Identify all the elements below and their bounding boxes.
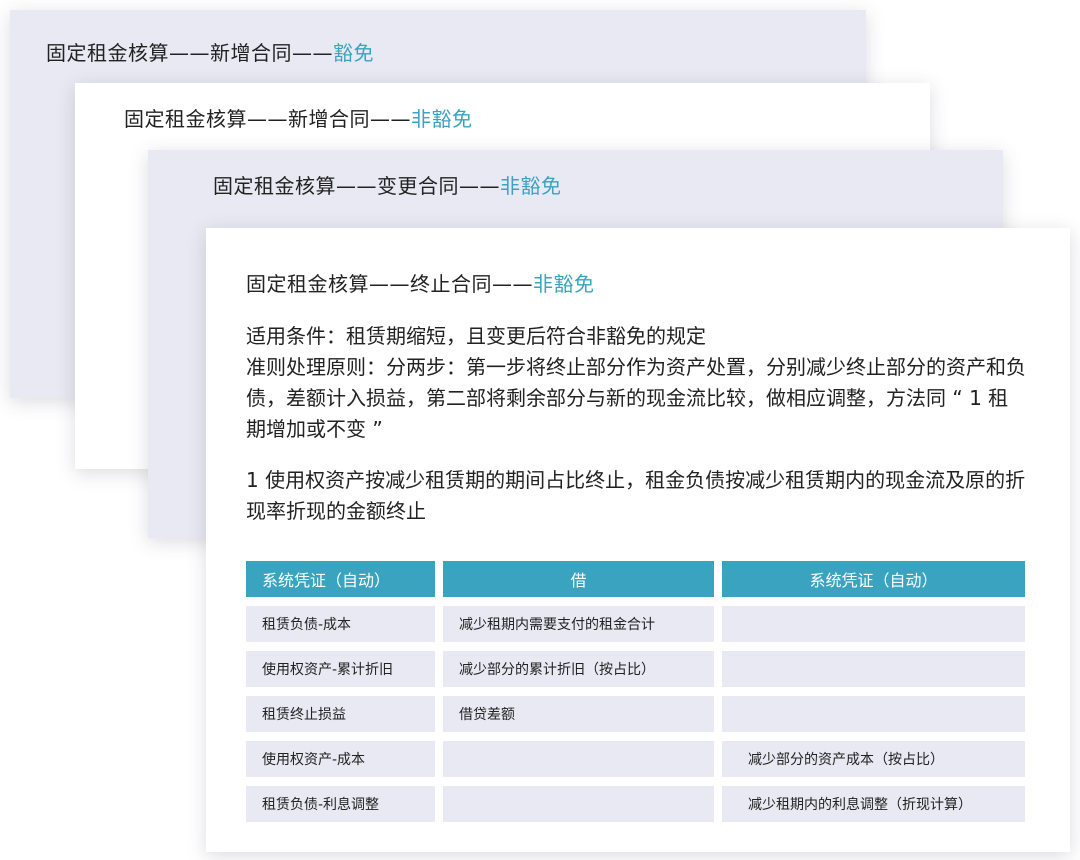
table-row: 租赁负债-利息调整 减少租期内的利息调整（折现计算） xyxy=(246,786,1025,822)
credit-cell: 减少部分的资产成本（按占比） xyxy=(722,741,1025,777)
table-row: 使用权资产-累计折旧 减少部分的累计折旧（按占比） xyxy=(246,651,1025,687)
card-title: 固定租金核算——新增合同——豁免 xyxy=(46,37,374,66)
column-header-voucher-right: 系统凭证（自动） xyxy=(722,561,1025,597)
card-title-accent: 非豁免 xyxy=(411,107,473,131)
debit-cell: 减少租期内需要支付的租金合计 xyxy=(443,606,714,642)
debit-cell: 减少部分的累计折旧（按占比） xyxy=(443,651,714,687)
table-row: 租赁终止损益 借贷差额 xyxy=(246,696,1025,732)
accounting-principle-text: 准则处理原则：分两步：第一步将终止部分作为资产处置，分别减少终止部分的资产和负债… xyxy=(246,355,1026,441)
termination-note-text: 1 使用权资产按减少租赁期的期间占比终止，租金负债按减少租赁期内的现金流及原的折… xyxy=(246,468,1026,523)
card-title-accent: 豁免 xyxy=(333,41,374,65)
credit-cell xyxy=(722,696,1025,732)
card-title-prefix: 固定租金核算——变更合同—— xyxy=(213,174,500,198)
applicable-condition-text: 适用条件：租赁期缩短，且变更后符合非豁免的规定 xyxy=(246,324,706,348)
debit-cell xyxy=(443,786,714,822)
table-header-row: 系统凭证（自动） 借 系统凭证（自动） xyxy=(246,561,1025,597)
debit-cell xyxy=(443,741,714,777)
card-title-prefix: 固定租金核算——终止合同—— xyxy=(246,272,533,296)
card-title: 固定租金核算——变更合同——非豁免 xyxy=(213,170,562,199)
credit-cell: 减少租期内的利息调整（折现计算） xyxy=(722,786,1025,822)
card-title-accent: 非豁免 xyxy=(533,272,595,296)
account-cell: 租赁负债-成本 xyxy=(246,606,435,642)
account-cell: 租赁负债-利息调整 xyxy=(246,786,435,822)
account-cell: 使用权资产-累计折旧 xyxy=(246,651,435,687)
credit-cell xyxy=(722,606,1025,642)
card-title-prefix: 固定租金核算——新增合同—— xyxy=(46,41,333,65)
table-row: 使用权资产-成本 减少部分的资产成本（按占比） xyxy=(246,741,1025,777)
credit-cell xyxy=(722,651,1025,687)
card-title-prefix: 固定租金核算——新增合同—— xyxy=(124,107,411,131)
account-cell: 使用权资产-成本 xyxy=(246,741,435,777)
account-cell: 租赁终止损益 xyxy=(246,696,435,732)
card-title: 固定租金核算——终止合同——非豁免 xyxy=(246,268,595,297)
debit-cell: 借贷差额 xyxy=(443,696,714,732)
card-title-accent: 非豁免 xyxy=(500,174,562,198)
card-title: 固定租金核算——新增合同——非豁免 xyxy=(124,103,473,132)
slide-card-terminate-contract-non-exempt: 固定租金核算——终止合同——非豁免 适用条件：租赁期缩短，且变更后符合非豁免的规… xyxy=(206,228,1070,852)
column-header-debit: 借 xyxy=(443,561,714,597)
table-row: 租赁负债-成本 减少租期内需要支付的租金合计 xyxy=(246,606,1025,642)
column-header-voucher-left: 系统凭证（自动） xyxy=(246,561,435,597)
journal-entry-table: 系统凭证（自动） 借 系统凭证（自动） 租赁负债-成本 减少租期内需要支付的租金… xyxy=(238,552,1033,831)
